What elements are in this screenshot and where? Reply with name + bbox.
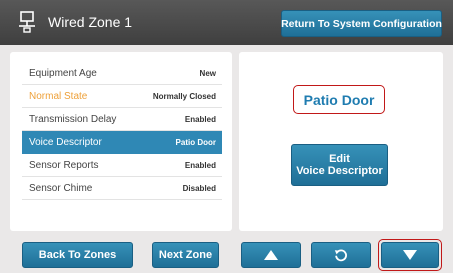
setting-row-sensor-chime[interactable]: Sensor Chime Disabled	[22, 177, 222, 200]
edit-button-line-1: Edit	[329, 153, 350, 165]
setting-value: Disabled	[182, 183, 216, 193]
scroll-down-button[interactable]	[381, 242, 439, 268]
setting-label: Transmission Delay	[29, 113, 117, 125]
settings-list: Equipment Age New Normal State Normally …	[22, 62, 222, 200]
setting-row-equipment-age[interactable]: Equipment Age New	[22, 62, 222, 85]
scroll-up-button[interactable]	[241, 242, 301, 268]
setting-value: Normally Closed	[152, 91, 216, 101]
setting-label: Normal State	[29, 90, 88, 102]
setting-row-normal-state[interactable]: Normal State Normally Closed	[22, 85, 222, 108]
setting-value: New	[199, 68, 216, 78]
header-bar: Wired Zone 1 Return To System Configurat…	[0, 0, 453, 45]
setting-label: Equipment Age	[29, 67, 97, 79]
setting-value: Patio Door	[175, 137, 216, 147]
undo-icon	[334, 249, 347, 262]
zone-settings-panel: Equipment Age New Normal State Normally …	[10, 52, 232, 231]
undo-button[interactable]	[311, 242, 371, 268]
voice-descriptor-name: Patio Door	[293, 85, 385, 114]
setting-label: Sensor Reports	[29, 159, 99, 171]
setting-row-transmission-delay[interactable]: Transmission Delay Enabled	[22, 108, 222, 131]
voice-descriptor-panel: Patio Door Edit Voice Descriptor	[239, 52, 443, 231]
return-to-system-configuration-button[interactable]: Return To System Configuration	[281, 10, 442, 37]
next-zone-button[interactable]: Next Zone	[152, 242, 219, 268]
edit-button-line-2: Voice Descriptor	[296, 165, 383, 177]
setting-value: Enabled	[184, 160, 216, 170]
arrow-down-icon	[403, 250, 417, 260]
setting-row-sensor-reports[interactable]: Sensor Reports Enabled	[22, 154, 222, 177]
arrow-up-icon	[264, 250, 278, 260]
setting-value: Enabled	[184, 114, 216, 124]
edit-voice-descriptor-button[interactable]: Edit Voice Descriptor	[291, 144, 388, 186]
wired-zone-icon	[19, 11, 35, 33]
setting-label: Sensor Chime	[29, 182, 93, 194]
setting-label: Voice Descriptor	[29, 136, 102, 148]
page-title: Wired Zone 1	[48, 14, 133, 30]
back-to-zones-button[interactable]: Back To Zones	[22, 242, 133, 268]
setting-row-voice-descriptor[interactable]: Voice Descriptor Patio Door	[22, 131, 222, 154]
